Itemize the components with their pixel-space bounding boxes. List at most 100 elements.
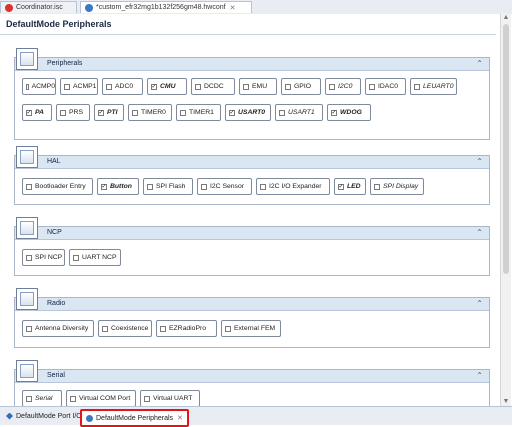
hal-spi-display[interactable]: SPI Display [370, 178, 424, 195]
tab-coordinator-isc[interactable]: Coordinator.isc [0, 1, 77, 13]
scroll-down-icon[interactable]: ▼ [501, 398, 511, 406]
checkbox[interactable] [229, 109, 235, 116]
radio-coexistence[interactable]: Coexistence [98, 320, 152, 337]
vertical-scrollbar[interactable]: ▲ ▼ [500, 14, 511, 406]
chip-label: USART0 [238, 109, 266, 116]
ncp-uart[interactable]: UART NCP [69, 249, 121, 266]
checkbox[interactable] [285, 83, 291, 90]
chip-label: I2C0 [338, 83, 353, 90]
hal-button[interactable]: Button [97, 178, 139, 195]
hal-bootloader-entry[interactable]: Bootloader Entry [22, 178, 93, 195]
tab-hwconf[interactable]: *custom_efr32mg1b132f256gm48.hwconf ✕ [80, 1, 252, 13]
checkbox[interactable] [374, 183, 380, 190]
checkbox[interactable] [98, 109, 104, 116]
peripheral-dcdc[interactable]: DCDC [191, 78, 235, 95]
peripheral-timer0[interactable]: TIMER0 [128, 104, 172, 121]
checkbox[interactable] [106, 83, 112, 90]
checkbox[interactable] [195, 83, 201, 90]
radio-ezradiopro[interactable]: EZRadioPro [156, 320, 217, 337]
collapse-icon[interactable]: ⌃ [476, 228, 483, 237]
checkbox[interactable] [201, 183, 207, 190]
checkbox[interactable] [144, 395, 150, 402]
checkbox[interactable] [26, 109, 32, 116]
collapse-icon[interactable]: ⌃ [476, 299, 483, 308]
serial-serial[interactable]: Serial [22, 390, 62, 407]
collapse-icon[interactable]: ⌃ [476, 157, 483, 166]
scroll-thumb[interactable] [503, 24, 509, 274]
chip-label: Bootloader Entry [35, 183, 86, 190]
serial-virtual-uart[interactable]: Virtual UART [140, 390, 200, 407]
checkbox[interactable] [338, 183, 344, 190]
peripheral-idac0[interactable]: IDAC0 [365, 78, 406, 95]
checkbox[interactable] [26, 183, 32, 190]
checkbox[interactable] [243, 83, 249, 90]
checkbox[interactable] [26, 83, 29, 90]
checkbox[interactable] [414, 83, 420, 90]
close-icon[interactable]: ✕ [230, 4, 236, 12]
checkbox[interactable] [60, 109, 66, 116]
peripheral-leuart0[interactable]: LEUART0 [410, 78, 457, 95]
checkbox[interactable] [26, 325, 32, 332]
checkbox[interactable] [101, 183, 107, 190]
peripheral-acmp0[interactable]: ACMP0 [22, 78, 56, 95]
scroll-up-icon[interactable]: ▲ [501, 14, 511, 22]
chip-label: ACMP1 [73, 83, 97, 90]
checkbox[interactable] [73, 254, 79, 261]
checkbox[interactable] [132, 109, 138, 116]
ncp-spi[interactable]: SPI NCP [22, 249, 65, 266]
chip-label: PA [35, 109, 44, 116]
peripheral-prs[interactable]: PRS [56, 104, 90, 121]
checkbox[interactable] [26, 395, 32, 402]
peripheral-usart0[interactable]: USART0 [225, 104, 271, 121]
checkbox[interactable] [160, 325, 166, 332]
hal-spi-flash[interactable]: SPI Flash [143, 178, 193, 195]
checkbox[interactable] [147, 183, 153, 190]
peripheral-adc0[interactable]: ADC0 [102, 78, 143, 95]
chip-label: EMU [252, 83, 268, 90]
section-header[interactable]: Serial ⌃ [15, 370, 489, 383]
chip-label: SPI Flash [156, 183, 186, 190]
chip-label: TIMER1 [189, 109, 214, 116]
radio-antenna-diversity[interactable]: Antenna Diversity [22, 320, 94, 337]
checkbox[interactable] [151, 83, 157, 90]
collapse-icon[interactable]: ⌃ [476, 371, 483, 380]
section-header[interactable]: HAL ⌃ [15, 156, 489, 169]
checkbox[interactable] [279, 109, 285, 116]
collapse-icon[interactable]: ⌃ [476, 59, 483, 68]
peripherals-icon [86, 414, 93, 422]
checkbox[interactable] [102, 325, 108, 332]
section-header[interactable]: NCP ⌃ [15, 227, 489, 240]
checkbox[interactable] [331, 109, 337, 116]
checkbox[interactable] [260, 183, 266, 190]
peripheral-i2c0[interactable]: I2C0 [325, 78, 361, 95]
checkbox[interactable] [369, 83, 375, 90]
checkbox[interactable] [70, 395, 76, 402]
peripheral-acmp1[interactable]: ACMP1 [60, 78, 98, 95]
peripheral-emu[interactable]: EMU [239, 78, 277, 95]
hal-i2c-io-expander[interactable]: I2C I/O Expander [256, 178, 330, 195]
peripheral-pa[interactable]: PA [22, 104, 52, 121]
checkbox[interactable] [26, 254, 32, 261]
checkbox[interactable] [64, 83, 70, 90]
checkbox[interactable] [225, 325, 231, 332]
close-icon[interactable]: ✕ [177, 414, 183, 422]
serial-virtual-com-port[interactable]: Virtual COM Port [66, 390, 136, 407]
hal-i2c-sensor[interactable]: I2C Sensor [197, 178, 252, 195]
tab-peripherals[interactable]: DefaultMode Peripherals ✕ [80, 409, 189, 427]
tab-port-io[interactable]: DefaultMode Port I/O [2, 409, 86, 423]
hal-led[interactable]: LED [334, 178, 366, 195]
radio-external-fem[interactable]: External FEM [221, 320, 281, 337]
checkbox[interactable] [329, 83, 335, 90]
peripheral-gpio[interactable]: GPIO [281, 78, 321, 95]
checkbox[interactable] [180, 109, 186, 116]
peripheral-timer1[interactable]: TIMER1 [176, 104, 221, 121]
section-header[interactable]: Peripherals ⌃ [15, 58, 489, 71]
peripheral-usart1[interactable]: USART1 [275, 104, 323, 121]
section-serial: Serial ⌃ Serial Virtual COM Port Virtual… [14, 360, 490, 407]
chip-label: USART1 [288, 109, 315, 116]
section-icon [16, 217, 38, 239]
section-header[interactable]: Radio ⌃ [15, 298, 489, 311]
peripheral-cmu[interactable]: CMU [147, 78, 187, 95]
peripheral-pti[interactable]: PTI [94, 104, 124, 121]
peripheral-wdog[interactable]: WDOG [327, 104, 371, 121]
